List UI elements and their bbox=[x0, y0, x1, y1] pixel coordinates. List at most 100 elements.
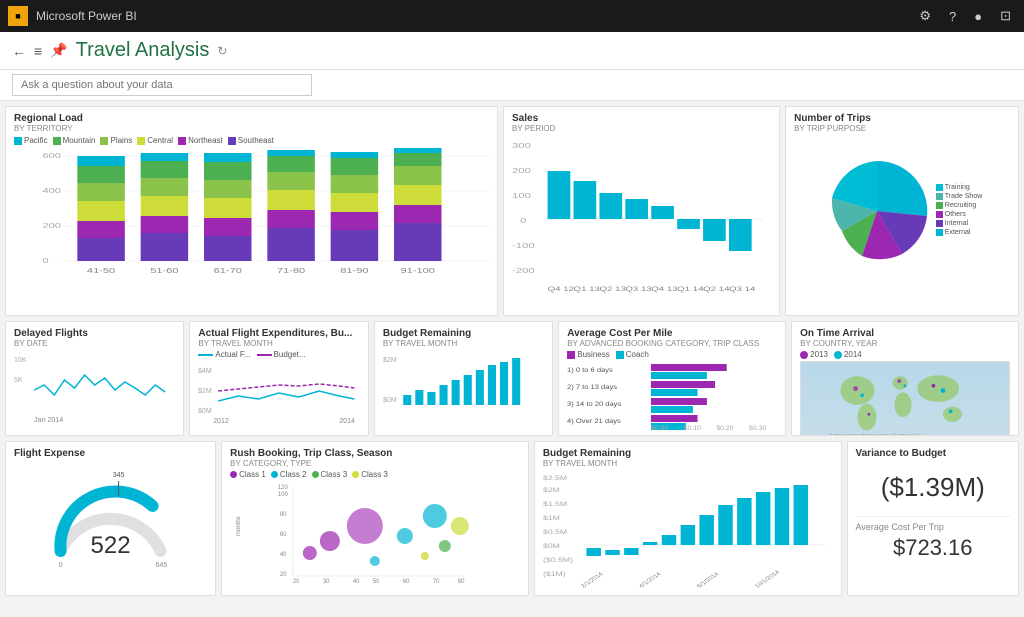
budget-remaining-small-card: Budget Remaining BY TRAVEL MONTH $2M $0M bbox=[374, 321, 553, 436]
svg-text:20: 20 bbox=[280, 572, 287, 578]
app-title: Microsoft Power BI bbox=[36, 9, 137, 23]
svg-text:30: 30 bbox=[323, 579, 330, 585]
avg-cost-title: Average Cost Per Mile bbox=[567, 328, 777, 339]
num-trips-subtitle: BY TRIP PURPOSE bbox=[794, 124, 1010, 133]
svg-text:4) Over 21 days: 4) Over 21 days bbox=[567, 418, 621, 424]
svg-text:300: 300 bbox=[512, 141, 531, 149]
regional-load-chart: 600 400 200 0 41-50 bbox=[14, 148, 489, 293]
svg-text:-200: -200 bbox=[512, 266, 535, 274]
rush-booking-chart: months 20 30 40 50 60 70 80 20 40 60 80 … bbox=[230, 481, 520, 589]
svg-text:1) 0 to 6 days: 1) 0 to 6 days bbox=[567, 367, 613, 373]
budget-small-title: Budget Remaining bbox=[383, 328, 544, 339]
svg-text:months: months bbox=[236, 516, 242, 536]
user-icon[interactable]: ● bbox=[969, 9, 987, 24]
sales-card: Sales BY PERIOD 300 200 100 0 -100 -200 bbox=[503, 106, 780, 316]
svg-text:40: 40 bbox=[353, 579, 360, 585]
svg-text:Q2 14: Q2 14 bbox=[703, 286, 730, 293]
variance-value: ($1.39M) bbox=[856, 464, 1011, 511]
sales-title: Sales bbox=[512, 113, 771, 124]
svg-text:$1M: $1M bbox=[543, 514, 560, 521]
svg-text:81-90: 81-90 bbox=[340, 267, 368, 275]
svg-text:50: 50 bbox=[373, 579, 380, 585]
rush-booking-card: Rush Booking, Trip Class, Season BY CATE… bbox=[221, 441, 529, 596]
svg-text:200: 200 bbox=[512, 166, 531, 174]
svg-text:$2M: $2M bbox=[198, 388, 212, 395]
svg-text:10/1/2014: 10/1/2014 bbox=[753, 569, 782, 589]
svg-text:2/1/2014: 2/1/2014 bbox=[579, 571, 605, 589]
regional-load-title: Regional Load bbox=[14, 113, 489, 124]
rush-booking-subtitle: BY CATEGORY, TYPE bbox=[230, 459, 520, 468]
budget-remaining-main-card: Budget Remaining BY TRAVEL MONTH $2.5M $… bbox=[534, 441, 842, 596]
actual-subtitle: BY TRAVEL MONTH bbox=[198, 339, 359, 348]
svg-text:$0.10: $0.10 bbox=[684, 425, 702, 430]
variance-title: Variance to Budget bbox=[856, 448, 1011, 459]
page-title: Travel Analysis bbox=[76, 39, 210, 62]
svg-text:$0.30: $0.30 bbox=[749, 425, 767, 430]
svg-text:2014: 2014 bbox=[340, 418, 356, 425]
qa-input[interactable] bbox=[12, 74, 312, 96]
svg-text:100: 100 bbox=[512, 191, 531, 199]
delayed-title: Delayed Flights bbox=[14, 328, 175, 339]
svg-text:70: 70 bbox=[433, 579, 440, 585]
svg-text:51-60: 51-60 bbox=[150, 267, 178, 275]
budget-small-subtitle: BY TRAVEL MONTH bbox=[383, 339, 544, 348]
help-icon[interactable]: ? bbox=[944, 9, 961, 24]
svg-text:$0M: $0M bbox=[198, 408, 212, 415]
svg-text:40: 40 bbox=[280, 552, 287, 558]
svg-text:0: 0 bbox=[59, 562, 63, 569]
on-time-map: © 2014 Microsoft Corporation © 2014 Noki… bbox=[801, 362, 1009, 436]
actual-flight-card: Actual Flight Expenditures, Bu... BY TRA… bbox=[189, 321, 368, 436]
delayed-flights-card: Delayed Flights BY DATE 10K 5K Jan 2014 bbox=[5, 321, 184, 436]
svg-text:$4M: $4M bbox=[198, 368, 212, 375]
svg-text:91-100: 91-100 bbox=[401, 267, 435, 275]
budget-main-subtitle: BY TRAVEL MONTH bbox=[543, 459, 833, 468]
qa-bar bbox=[0, 70, 1024, 101]
svg-text:Q4 13: Q4 13 bbox=[651, 286, 678, 293]
dashboard: Regional Load BY TERRITORY Pacific Mount… bbox=[0, 101, 1024, 617]
svg-text:80: 80 bbox=[280, 512, 287, 518]
settings-icon[interactable]: ⚙ bbox=[914, 8, 936, 24]
svg-text:71-80: 71-80 bbox=[277, 267, 305, 275]
sales-subtitle: BY PERIOD bbox=[512, 124, 771, 133]
regional-load-card: Regional Load BY TERRITORY Pacific Mount… bbox=[5, 106, 498, 316]
svg-text:61-70: 61-70 bbox=[214, 267, 242, 275]
svg-text:0: 0 bbox=[43, 257, 49, 265]
flight-expense-gauge: 522 0 645 345 bbox=[14, 461, 207, 581]
nav-pin-icon[interactable]: 📌 bbox=[50, 42, 67, 59]
refresh-icon[interactable]: ↻ bbox=[217, 44, 227, 58]
avg-cost-card: Average Cost Per Mile BY ADVANCED BOOKIN… bbox=[558, 321, 786, 436]
nav-list-icon[interactable]: ≡ bbox=[34, 43, 42, 59]
num-trips-title: Number of Trips bbox=[794, 113, 1010, 124]
svg-text:10K: 10K bbox=[14, 357, 27, 364]
actual-title: Actual Flight Expenditures, Bu... bbox=[198, 328, 359, 339]
fullscreen-icon[interactable]: ⊡ bbox=[995, 8, 1016, 24]
svg-text:Jan 2014: Jan 2014 bbox=[34, 417, 63, 424]
avg-cost-subtitle: BY ADVANCED BOOKING CATEGORY, TRIP CLASS bbox=[567, 339, 777, 348]
rush-booking-title: Rush Booking, Trip Class, Season bbox=[230, 448, 520, 459]
svg-text:$2M: $2M bbox=[383, 357, 397, 364]
budget-main-title: Budget Remaining bbox=[543, 448, 833, 459]
trips-pie-chart bbox=[822, 156, 932, 266]
svg-text:522: 522 bbox=[91, 532, 131, 559]
actual-chart: $4M $2M $0M 2012 2014 bbox=[198, 361, 359, 426]
flight-expense-card: Flight Expense 522 0 645 345 bbox=[5, 441, 216, 596]
svg-text:4/1/2014: 4/1/2014 bbox=[637, 571, 663, 589]
svg-text:© 2014 Microsoft Corporation: © 2014 Microsoft Corporation © 2014 Noki… bbox=[829, 432, 922, 436]
svg-text:645: 645 bbox=[156, 562, 168, 569]
flight-expense-title: Flight Expense bbox=[14, 448, 207, 459]
budget-main-chart: $2.5M $2M $1.5M $1M $0.5M $0M ($0.5M) ($… bbox=[543, 470, 833, 595]
logo-box: ■ bbox=[8, 6, 28, 26]
num-trips-card: Number of Trips BY TRIP PURPOSE bbox=[785, 106, 1019, 316]
svg-text:60: 60 bbox=[403, 579, 410, 585]
svg-text:$2M: $2M bbox=[543, 486, 560, 493]
nav-back-icon[interactable]: ← bbox=[12, 43, 26, 59]
avg-cost-chart: 1) 0 to 6 days 2) 7 to 13 days 3) 14 to … bbox=[567, 362, 777, 430]
on-time-title: On Time Arrival bbox=[800, 328, 1010, 339]
svg-text:$0.20: $0.20 bbox=[716, 425, 734, 430]
topbar: ■ Microsoft Power BI ⚙ ? ● ⊡ bbox=[0, 0, 1024, 32]
svg-text:$0.00: $0.00 bbox=[651, 425, 669, 430]
svg-text:-100: -100 bbox=[512, 241, 535, 249]
svg-text:2012: 2012 bbox=[214, 418, 230, 425]
svg-text:Q1 13: Q1 13 bbox=[574, 286, 601, 293]
svg-text:400: 400 bbox=[43, 187, 61, 195]
